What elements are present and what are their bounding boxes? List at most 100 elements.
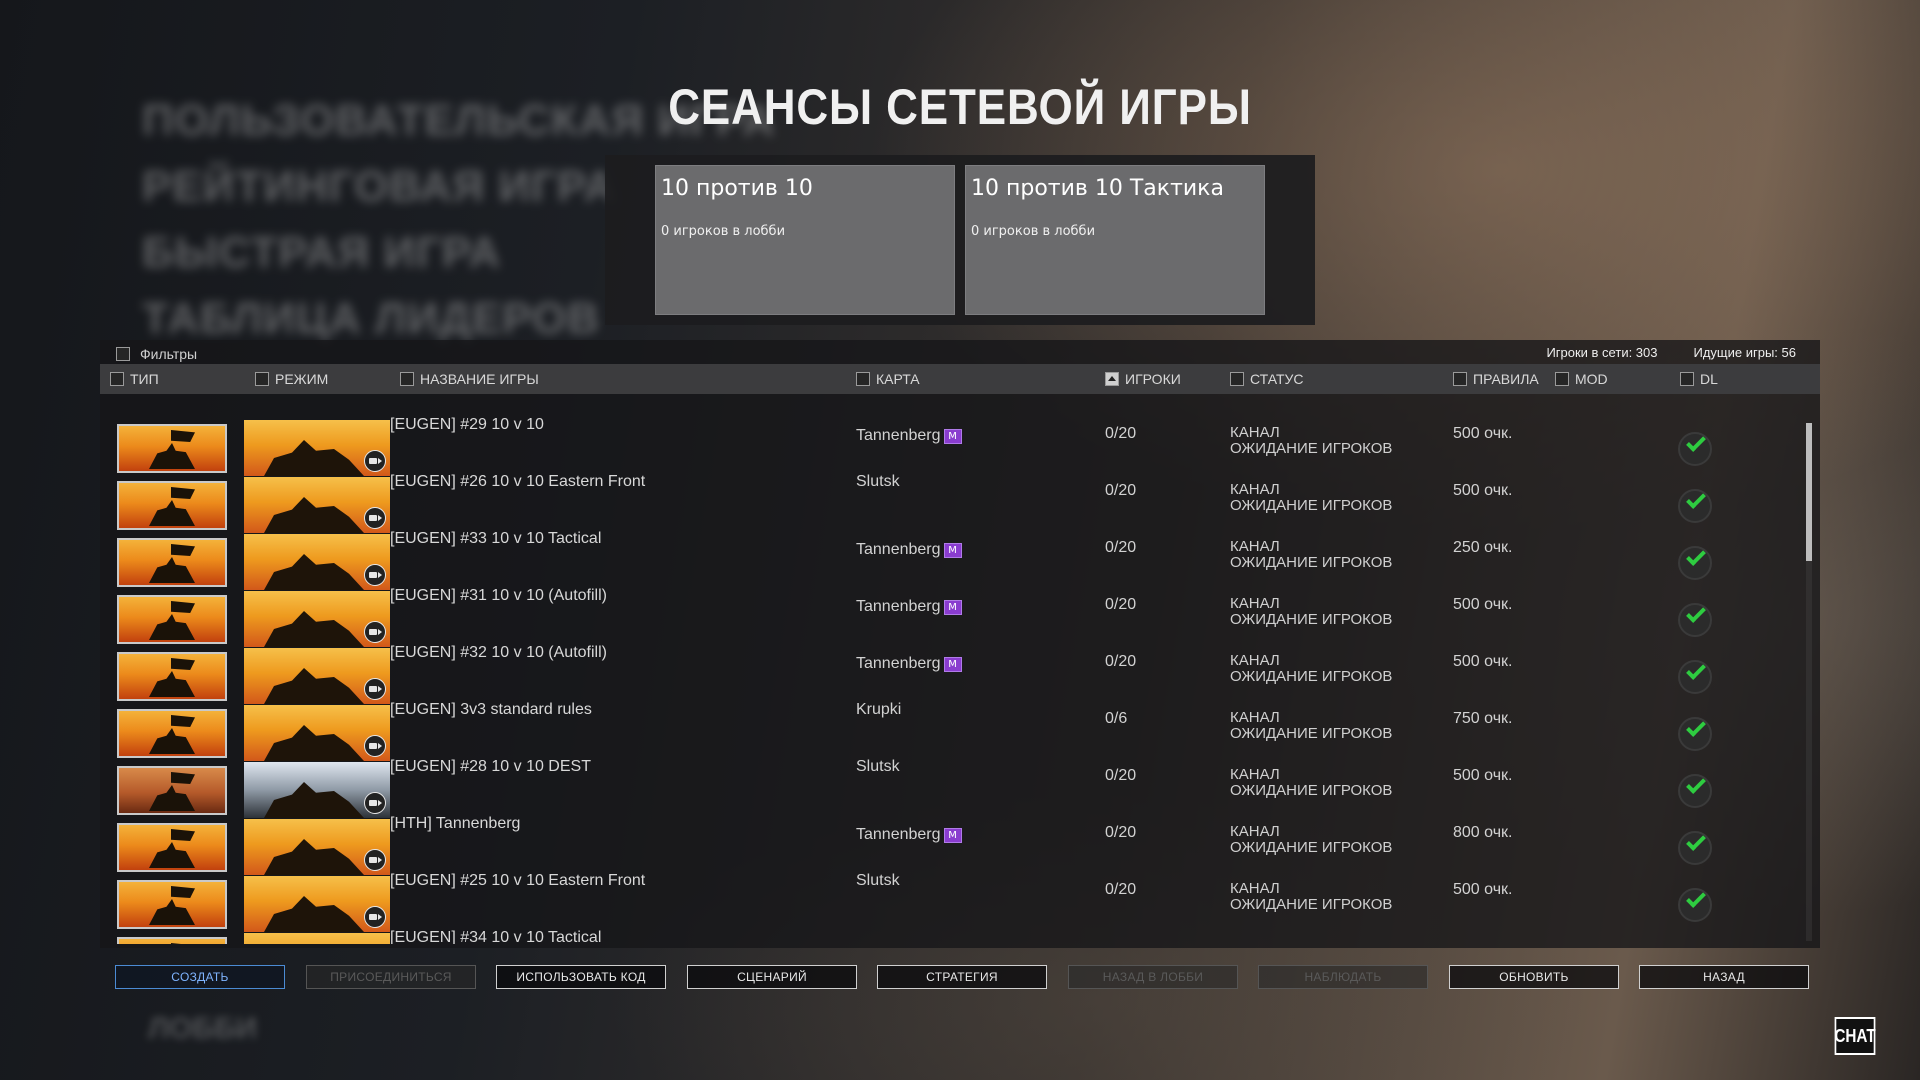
col-mode[interactable]: РЕЖИМ xyxy=(255,364,328,394)
action-button-6[interactable]: НАЗАД В ЛОББИ xyxy=(1068,965,1238,989)
mod-badge-icon: M xyxy=(943,599,962,615)
action-button-7[interactable]: НАБЛЮДАТЬ xyxy=(1258,965,1428,989)
spectate-camera-icon[interactable] xyxy=(364,507,386,529)
spectate-camera-icon[interactable] xyxy=(364,621,386,643)
game-type-thumbnail xyxy=(117,709,227,758)
soldier-icon xyxy=(149,899,195,925)
scrollbar-thumb[interactable] xyxy=(1806,423,1812,561)
game-type-thumbnail xyxy=(117,424,227,473)
col-name[interactable]: НАЗВАНИЕ ИГРЫ xyxy=(400,364,539,394)
action-button-2[interactable]: ПРИСОЕДИНИТЬСЯ xyxy=(306,965,476,989)
game-name: [EUGEN] #28 10 v 10 DEST xyxy=(390,758,591,775)
game-mode-thumbnail xyxy=(244,534,390,590)
col-map-checkbox[interactable] xyxy=(856,372,870,386)
spectate-camera-icon[interactable] xyxy=(364,564,386,586)
spectate-camera-icon[interactable] xyxy=(364,735,386,757)
col-type[interactable]: ТИП xyxy=(110,364,159,394)
game-list-panel: Фильтры Игроки в сети: 303 Идущие игры: … xyxy=(100,340,1820,948)
soldiers-silhouette-icon xyxy=(264,896,364,932)
filters-checkbox[interactable] xyxy=(116,347,130,361)
status-channel: КАНАЛ xyxy=(1230,481,1280,498)
col-players[interactable]: ИГРОКИ xyxy=(1105,364,1181,394)
map-name: Tannenberg xyxy=(856,541,941,558)
action-button-3[interactable]: ИСПОЛЬЗОВАТЬ КОД xyxy=(496,965,666,989)
mode-card-10v10[interactable]: 10 против 10 0 игроков в лобби xyxy=(655,165,955,315)
game-mode-thumbnail xyxy=(244,477,390,533)
action-button-8[interactable]: ОБНОВИТЬ xyxy=(1449,965,1619,989)
col-status-label: СТАТУС xyxy=(1250,371,1304,387)
col-type-label: ТИП xyxy=(130,371,159,387)
col-mode-checkbox[interactable] xyxy=(255,372,269,386)
game-row[interactable]: [EUGEN] 3v3 standard rules Krupki 0/6 КАНАЛ… xyxy=(100,701,1800,761)
game-row[interactable]: [HTH] Tannenberg Tannenberg M 0/20 КАНАЛ ОЖИД… xyxy=(100,815,1800,875)
col-mode-label: РЕЖИМ xyxy=(275,371,329,387)
game-row[interactable]: [EUGEN] #25 10 v 10 Eastern Front Slutsk 0… xyxy=(100,872,1800,932)
col-mod-label: MOD xyxy=(1575,371,1608,387)
game-name: [EUGEN] 3v3 standard rules xyxy=(390,701,592,718)
mode-card-10v10-tactical[interactable]: 10 против 10 Тактика 0 игроков в лобби xyxy=(965,165,1265,315)
scrollbar[interactable] xyxy=(1806,423,1812,941)
flag-icon xyxy=(171,658,195,670)
col-status-checkbox[interactable] xyxy=(1230,372,1244,386)
col-mod[interactable]: MOD xyxy=(1555,364,1608,394)
game-players: 0/20 xyxy=(1105,824,1137,841)
col-players-sort-checkbox[interactable] xyxy=(1105,372,1119,386)
col-status[interactable]: СТАТУС xyxy=(1230,364,1304,394)
col-dl[interactable]: DL xyxy=(1680,364,1718,394)
spectate-camera-icon[interactable] xyxy=(364,792,386,814)
col-rules-checkbox[interactable] xyxy=(1453,372,1467,386)
game-row[interactable]: [EUGEN] #26 10 v 10 Eastern Front Slutsk 0… xyxy=(100,473,1800,533)
col-name-checkbox[interactable] xyxy=(400,372,414,386)
soldier-icon xyxy=(149,671,195,697)
game-row[interactable]: [EUGEN] #34 10 v 10 Tactical xyxy=(100,929,1800,944)
game-name: [HTH] Tannenberg xyxy=(390,815,521,832)
game-rules: 500 очк. xyxy=(1453,596,1513,613)
status-channel: КАНАЛ xyxy=(1230,880,1280,897)
flag-icon xyxy=(171,430,195,442)
col-map[interactable]: КАРТА xyxy=(856,364,920,394)
game-row[interactable]: [EUGEN] #33 10 v 10 Tactical Tannenberg M 0… xyxy=(100,530,1800,590)
spectate-camera-icon[interactable] xyxy=(364,849,386,871)
spectate-camera-icon[interactable] xyxy=(364,678,386,700)
col-mod-checkbox[interactable] xyxy=(1555,372,1569,386)
col-dl-checkbox[interactable] xyxy=(1680,372,1694,386)
flag-icon xyxy=(171,601,195,613)
game-players: 0/20 xyxy=(1105,653,1137,670)
soldiers-silhouette-icon xyxy=(264,440,364,476)
game-mode-thumbnail xyxy=(244,762,390,818)
game-status: КАНАЛ ОЖИДАНИЕ ИГРОКОВ xyxy=(1230,710,1392,742)
games-running: Идущие игры: 56 xyxy=(1693,344,1797,360)
game-row[interactable]: [EUGEN] #32 10 v 10 (Autofill) Tannenberg… xyxy=(100,644,1800,704)
game-row[interactable]: [EUGEN] #29 10 v 10 Tannenberg M 0/20 КАНАЛ О… xyxy=(100,416,1800,476)
game-row[interactable]: [EUGEN] #31 10 v 10 (Autofill) Tannenberg… xyxy=(100,587,1800,647)
action-button-4[interactable]: СЦЕНАРИЙ xyxy=(687,965,857,989)
dl-ready-check-icon xyxy=(1678,489,1712,523)
col-rules[interactable]: ПРАВИЛА xyxy=(1453,364,1539,394)
soldier-icon xyxy=(149,842,195,868)
game-row[interactable]: [EUGEN] #28 10 v 10 DEST Slutsk 0/20 КАНАЛ О… xyxy=(100,758,1800,818)
game-status: КАНАЛ ОЖИДАНИЕ ИГРОКОВ xyxy=(1230,539,1392,571)
map-name: Tannenberg xyxy=(856,826,941,843)
game-type-thumbnail xyxy=(117,595,227,644)
game-mode-thumbnail xyxy=(244,648,390,704)
game-rules: 500 очк. xyxy=(1453,425,1513,442)
status-channel: КАНАЛ xyxy=(1230,424,1280,441)
spectate-camera-icon[interactable] xyxy=(364,450,386,472)
status-waiting: ОЖИДАНИЕ ИГРОКОВ xyxy=(1230,782,1393,799)
soldiers-silhouette-icon xyxy=(264,554,364,590)
spectate-camera-icon[interactable] xyxy=(364,906,386,928)
col-name-label: НАЗВАНИЕ ИГРЫ xyxy=(420,371,539,387)
game-rules: 500 очк. xyxy=(1453,767,1513,784)
game-rules: 500 очк. xyxy=(1453,482,1513,499)
action-button-1[interactable]: СОЗДАТЬ xyxy=(115,965,285,989)
soldiers-silhouette-icon xyxy=(264,782,364,818)
col-type-checkbox[interactable] xyxy=(110,372,124,386)
dl-ready-check-icon xyxy=(1678,603,1712,637)
action-button-9[interactable]: НАЗАД xyxy=(1639,965,1809,989)
map-name: Krupki xyxy=(856,701,902,718)
chat-button[interactable]: CHAT xyxy=(1834,1017,1876,1055)
map-name: Tannenberg xyxy=(856,655,941,672)
game-name: [EUGEN] #25 10 v 10 Eastern Front xyxy=(390,872,646,889)
action-button-5[interactable]: СТРАТЕГИЯ xyxy=(877,965,1047,989)
game-name: [EUGEN] #34 10 v 10 Tactical xyxy=(390,929,602,944)
